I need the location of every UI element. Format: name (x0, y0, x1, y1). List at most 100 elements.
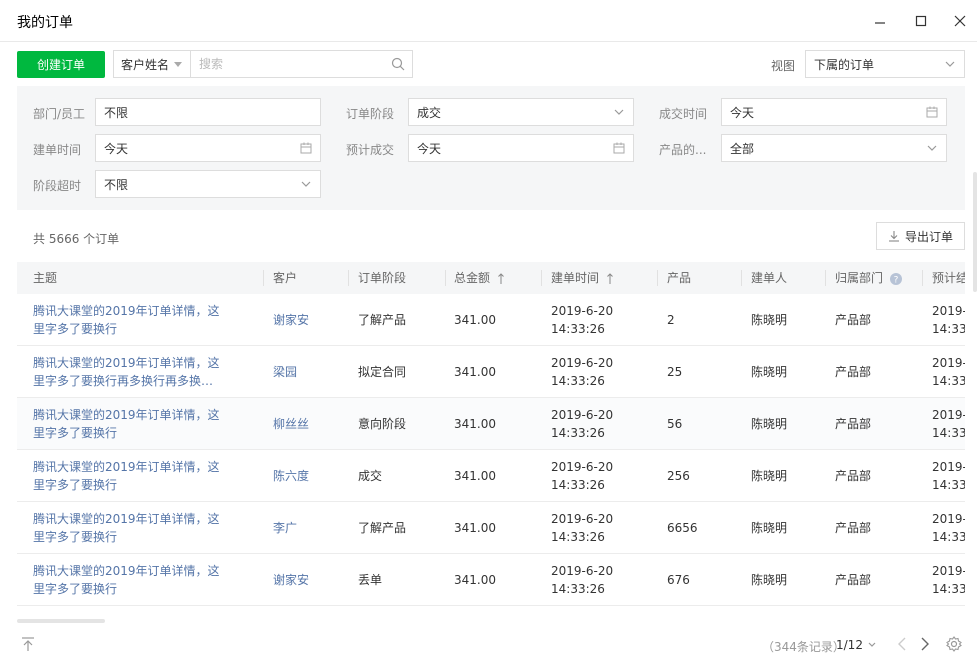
cell-expected-exp_date: 2019- (932, 511, 965, 526)
maximize-icon[interactable] (913, 13, 929, 29)
cell-stage-text: 意向阶段 (358, 416, 407, 431)
cell-dept-text: 产品部 (835, 572, 872, 587)
orders-window: 我的订单 创建订单 客户姓名 视图 下属的订单 部门/员工 不限 订单阶段 (0, 0, 977, 661)
prev-page-icon[interactable] (896, 636, 908, 655)
cell-created-time: 14:33:26 (551, 529, 605, 544)
cell-amount: 341.00 (454, 346, 496, 397)
col-customer[interactable]: 客户 (273, 262, 297, 294)
col-expected[interactable]: 预计结 (932, 262, 965, 294)
stage-label: 订单阶段 (346, 107, 395, 121)
cell-dept: 产品部 (835, 398, 871, 449)
cell-creator-text: 陈晓明 (751, 572, 788, 587)
overdue-select[interactable]: 不限 (95, 170, 321, 198)
deal-time-picker[interactable]: 今天 (721, 98, 947, 126)
cell-created-time: 14:33:26 (551, 321, 605, 336)
close-icon[interactable] (952, 13, 968, 29)
cell-topic[interactable]: 腾讯大课堂的2019年订单详情，这里字多了要换行 (33, 450, 223, 501)
dept-input[interactable]: 不限 (95, 98, 321, 126)
expected-picker[interactable]: 今天 (408, 134, 634, 162)
cell-expected-exp_time: 14:33: (932, 321, 965, 336)
cell-expected-exp_date: 2019- (932, 355, 965, 370)
cell-created-date: 2019-6-20 (551, 511, 614, 526)
cell-created-time: 14:33:26 (551, 425, 605, 440)
title-bar: 我的订单 (0, 0, 977, 42)
sort-icon (497, 272, 504, 284)
col-amount-label: 总金额 (454, 271, 491, 285)
table-row[interactable]: 腾讯大课堂的2019年订单详情，这里字多了要换行再多换行再多换行再多换行 梁园 拟定… (17, 346, 965, 398)
cell-stage-text: 成交 (358, 468, 383, 483)
cell-customer[interactable]: 柳丝丝 (273, 398, 309, 449)
cell-amount: 341.00 (454, 398, 496, 449)
stage-value: 成交 (417, 105, 442, 120)
cell-dept-text: 产品部 (835, 364, 872, 379)
cell-creator-text: 陈晓明 (751, 416, 788, 431)
page-indicator: 1/12 (836, 638, 863, 652)
view-select[interactable]: 下属的订单 (805, 50, 965, 78)
col-created-label: 建单时间 (551, 271, 600, 285)
col-creator[interactable]: 建单人 (751, 262, 787, 294)
cell-customer[interactable]: 李广 (273, 502, 297, 553)
minimize-icon[interactable] (872, 13, 888, 29)
cell-product-text: 256 (667, 468, 690, 483)
cell-customer[interactable]: 陈六度 (273, 450, 309, 501)
cell-topic[interactable]: 腾讯大课堂的2019年订单详情，这里字多了要换行 (33, 398, 223, 449)
help-icon[interactable]: ? (889, 272, 902, 285)
cell-topic[interactable]: 腾讯大课堂的2019年订单详情，这里字多了要换行 (33, 554, 223, 605)
col-topic[interactable]: 主题 (33, 262, 57, 294)
cell-expected-exp_time: 14:33: (932, 477, 965, 492)
cell-creator: 陈晓明 (751, 398, 787, 449)
table-row[interactable]: 腾讯大课堂的2019年订单详情，这里字多了要换行 陈六度 成交 341.00 2019-… (17, 450, 965, 502)
page-select[interactable]: 1/12 (836, 638, 877, 652)
caret-down-icon (174, 62, 182, 67)
cell-dept-text: 产品部 (835, 520, 872, 535)
create-order-button[interactable]: 创建订单 (17, 51, 105, 78)
search-field-select[interactable]: 客户姓名 (114, 51, 191, 77)
table-row[interactable]: 腾讯大课堂的2019年订单详情，这里字多了要换行 柳丝丝 意向阶段 341.00 201… (17, 398, 965, 450)
cell-created: 2019-6-20 14:33:26 (551, 554, 613, 605)
back-to-top-icon[interactable] (20, 636, 36, 655)
export-orders-button[interactable]: 导出订单 (876, 222, 965, 250)
cell-product-text: 56 (667, 416, 683, 431)
order-count: 共 5666 个订单 (33, 232, 120, 246)
create-time-value: 今天 (104, 141, 129, 156)
cell-creator-text: 陈晓明 (751, 312, 788, 327)
search-icon[interactable] (391, 57, 405, 71)
cell-topic-text: 腾讯大课堂的2019年订单详情，这里字多了要换行再多换行再多换行再多换行 (33, 355, 220, 388)
col-amount[interactable]: 总金额 (454, 262, 505, 294)
col-dept[interactable]: 归属部门 ? (835, 262, 902, 294)
gear-icon[interactable] (946, 636, 962, 655)
create-time-picker[interactable]: 今天 (95, 134, 321, 162)
deal-time-value: 今天 (730, 105, 755, 120)
cell-topic-text: 腾讯大课堂的2019年订单详情，这里字多了要换行 (33, 563, 220, 596)
cell-topic[interactable]: 腾讯大课堂的2019年订单详情，这里字多了要换行 (33, 502, 223, 553)
view-select-value: 下属的订单 (814, 57, 875, 72)
cell-stage: 拟定合同 (358, 346, 406, 397)
cell-stage: 意向阶段 (358, 398, 406, 449)
horizontal-scrollbar[interactable] (17, 619, 105, 623)
col-stage[interactable]: 订单阶段 (358, 262, 406, 294)
vertical-scrollbar[interactable] (973, 172, 977, 292)
cell-stage: 丢单 (358, 554, 382, 605)
table-row[interactable]: 腾讯大课堂的2019年订单详情，这里字多了要换行 谢家安 丢单 341.00 2019-… (17, 554, 965, 606)
cell-topic[interactable]: 腾讯大课堂的2019年订单详情，这里字多了要换行 (33, 294, 223, 345)
cell-customer[interactable]: 谢家安 (273, 294, 309, 345)
cell-product: 256 (667, 450, 690, 501)
cell-dept: 产品部 (835, 346, 871, 397)
cell-expected-exp_time: 14:33: (932, 425, 965, 440)
cell-product-text: 25 (667, 364, 683, 379)
cell-topic[interactable]: 腾讯大课堂的2019年订单详情，这里字多了要换行再多换行再多换行再多换行 (33, 346, 223, 397)
stage-select[interactable]: 成交 (408, 98, 634, 126)
cell-created-date: 2019-6-20 (551, 407, 614, 422)
cell-customer[interactable]: 梁园 (273, 346, 297, 397)
col-product[interactable]: 产品 (667, 262, 691, 294)
table-row[interactable]: 腾讯大课堂的2019年订单详情，这里字多了要换行 谢家安 了解产品 341.00 201… (17, 294, 965, 346)
cell-customer[interactable]: 谢家安 (273, 554, 309, 605)
next-page-icon[interactable] (919, 636, 931, 655)
table-row[interactable]: 腾讯大课堂的2019年订单详情，这里字多了要换行 李广 了解产品 341.00 2019… (17, 502, 965, 554)
search-input[interactable] (191, 51, 412, 77)
product-select[interactable]: 全部 (721, 134, 947, 162)
cell-expected: 2019- 14:33: (932, 398, 965, 449)
cell-dept: 产品部 (835, 450, 871, 501)
col-created[interactable]: 建单时间 (551, 262, 614, 294)
create-time-label: 建单时间 (33, 143, 82, 157)
